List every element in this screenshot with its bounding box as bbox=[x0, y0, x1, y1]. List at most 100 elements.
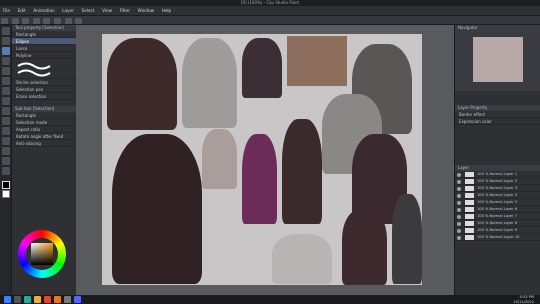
standing-figure bbox=[342, 209, 387, 285]
subtool-polyline[interactable]: Polyline bbox=[12, 52, 76, 59]
aspect-ratio-row[interactable]: Aspect ratio bbox=[12, 126, 76, 133]
expression-color-row[interactable]: Expression color bbox=[455, 118, 540, 125]
clip-studio-icon[interactable] bbox=[64, 296, 71, 303]
new-file-icon[interactable] bbox=[1, 17, 8, 24]
deselect-icon[interactable] bbox=[75, 17, 83, 24]
save-icon[interactable] bbox=[22, 17, 30, 24]
layer-row[interactable]: 100 % Normal Layer 2 bbox=[455, 178, 540, 185]
eraser-tool-icon[interactable] bbox=[2, 117, 10, 125]
eye-icon[interactable] bbox=[457, 186, 461, 191]
layer-thumbnail bbox=[465, 207, 474, 212]
purple-figure bbox=[242, 134, 277, 224]
open-file-icon[interactable] bbox=[11, 17, 19, 24]
erase-selection-item[interactable]: Erase selection bbox=[12, 93, 76, 100]
layer-thumbnail bbox=[465, 186, 474, 191]
layer-thumbnail bbox=[465, 221, 474, 226]
rotate-angle-row[interactable]: Rotate angle after fixed bbox=[12, 133, 76, 140]
layer-row[interactable]: 100 % Normal Layer 10 bbox=[455, 234, 540, 241]
eye-icon[interactable] bbox=[457, 235, 461, 240]
border-effect-row[interactable]: Border effect bbox=[455, 111, 540, 118]
menu-filter[interactable]: Filter bbox=[117, 6, 133, 16]
anti-aliasing-row[interactable]: Anti-aliasing bbox=[12, 140, 76, 147]
subtool-lasso[interactable]: Lasso bbox=[12, 45, 76, 52]
eyedropper-tool-icon[interactable] bbox=[2, 67, 10, 75]
search-icon[interactable] bbox=[14, 296, 21, 303]
suit-figure bbox=[392, 194, 422, 284]
color-square[interactable] bbox=[31, 243, 53, 265]
blend-tool-icon[interactable] bbox=[2, 127, 10, 135]
clear-icon[interactable] bbox=[53, 17, 61, 24]
brush-stroke-preview bbox=[12, 59, 76, 79]
sketch-figure-2 bbox=[242, 38, 282, 98]
navigator-preview[interactable] bbox=[455, 31, 540, 91]
color-study-panel bbox=[287, 36, 347, 86]
layer-thumbnail bbox=[465, 172, 474, 177]
pen-tool-icon[interactable] bbox=[2, 77, 10, 85]
sub-color-swatch[interactable] bbox=[2, 190, 10, 198]
frame-tool-icon[interactable] bbox=[2, 167, 10, 175]
layer-thumbnail bbox=[465, 179, 474, 184]
edge-icon[interactable] bbox=[24, 296, 31, 303]
clock-date[interactable]: 10/11/2022 bbox=[513, 300, 534, 304]
menu-layer[interactable]: Layer bbox=[59, 6, 77, 16]
eye-icon[interactable] bbox=[457, 207, 461, 212]
start-icon[interactable] bbox=[4, 296, 11, 303]
portrait-figure bbox=[107, 38, 177, 130]
sub-tool-rectangle[interactable]: Rectangle bbox=[12, 112, 76, 119]
menu-file[interactable]: File bbox=[0, 6, 13, 16]
layer-thumbnail bbox=[465, 214, 474, 219]
drawing-canvas[interactable] bbox=[102, 34, 422, 285]
layer-row[interactable]: 100 % Normal Layer 4 bbox=[455, 192, 540, 199]
selection-pen-item[interactable]: Selection pen bbox=[12, 86, 76, 93]
chrome-icon[interactable] bbox=[44, 296, 51, 303]
menu-window[interactable]: Window bbox=[135, 6, 158, 16]
eye-icon[interactable] bbox=[457, 200, 461, 205]
subtool-ellipse[interactable]: Ellipse bbox=[12, 38, 76, 45]
ruler-tool-icon[interactable] bbox=[2, 157, 10, 165]
menu-select[interactable]: Select bbox=[79, 6, 98, 16]
sketch-figure-1 bbox=[182, 38, 237, 128]
eye-icon[interactable] bbox=[457, 179, 461, 184]
layer-row[interactable]: 100 % Normal Layer 9 bbox=[455, 227, 540, 234]
text-tool-icon[interactable] bbox=[2, 147, 10, 155]
redo-icon[interactable] bbox=[43, 17, 51, 24]
layer-row[interactable]: 100 % Normal Layer 6 bbox=[455, 206, 540, 213]
layer-row[interactable]: 100 % Normal Layer 7 bbox=[455, 213, 540, 220]
subtool-rectangle[interactable]: Rectangle bbox=[12, 31, 76, 38]
layer-row[interactable]: 100 % Normal Layer 3 bbox=[455, 185, 540, 192]
fill-tool-icon[interactable] bbox=[2, 137, 10, 145]
menu-view[interactable]: View bbox=[99, 6, 115, 16]
pencil-tool-icon[interactable] bbox=[2, 87, 10, 95]
auto-select-tool-icon[interactable] bbox=[2, 57, 10, 65]
eye-icon[interactable] bbox=[457, 193, 461, 198]
firefox-icon[interactable] bbox=[54, 296, 61, 303]
menu-edit[interactable]: Edit bbox=[15, 6, 29, 16]
undo-icon[interactable] bbox=[32, 17, 40, 24]
selection-mode-row[interactable]: Selection mode bbox=[12, 119, 76, 126]
eye-icon[interactable] bbox=[457, 172, 461, 177]
discord-icon[interactable] bbox=[74, 296, 81, 303]
right-panel: Navigator Layer Property Border effect E… bbox=[454, 25, 540, 295]
move-tool-icon[interactable] bbox=[2, 37, 10, 45]
eye-icon[interactable] bbox=[457, 228, 461, 233]
navigator-thumbnail bbox=[473, 37, 523, 82]
menu-animation[interactable]: Animation bbox=[30, 6, 57, 16]
color-wheel[interactable] bbox=[18, 230, 66, 278]
eye-icon[interactable] bbox=[457, 221, 461, 226]
airbrush-tool-icon[interactable] bbox=[2, 107, 10, 115]
group-figure bbox=[112, 134, 202, 284]
layer-row[interactable]: 100 % Normal Layer 8 bbox=[455, 220, 540, 227]
eye-icon[interactable] bbox=[457, 214, 461, 219]
layer-row[interactable]: 100 % Normal Layer 1 bbox=[455, 171, 540, 178]
layer-row[interactable]: 100 % Normal Layer 5 bbox=[455, 199, 540, 206]
stroke-preview-icon bbox=[17, 62, 51, 77]
files-icon[interactable] bbox=[34, 296, 41, 303]
selection-tool-icon[interactable] bbox=[2, 47, 10, 55]
brush-tool-icon[interactable] bbox=[2, 97, 10, 105]
shrink-selection-item[interactable]: Shrink selection bbox=[12, 79, 76, 86]
layer-thumbnail bbox=[465, 228, 474, 233]
menu-help[interactable]: Help bbox=[159, 6, 175, 16]
zoom-tool-icon[interactable] bbox=[2, 27, 10, 35]
main-color-swatch[interactable] bbox=[2, 181, 10, 189]
transform-icon[interactable] bbox=[64, 17, 72, 24]
